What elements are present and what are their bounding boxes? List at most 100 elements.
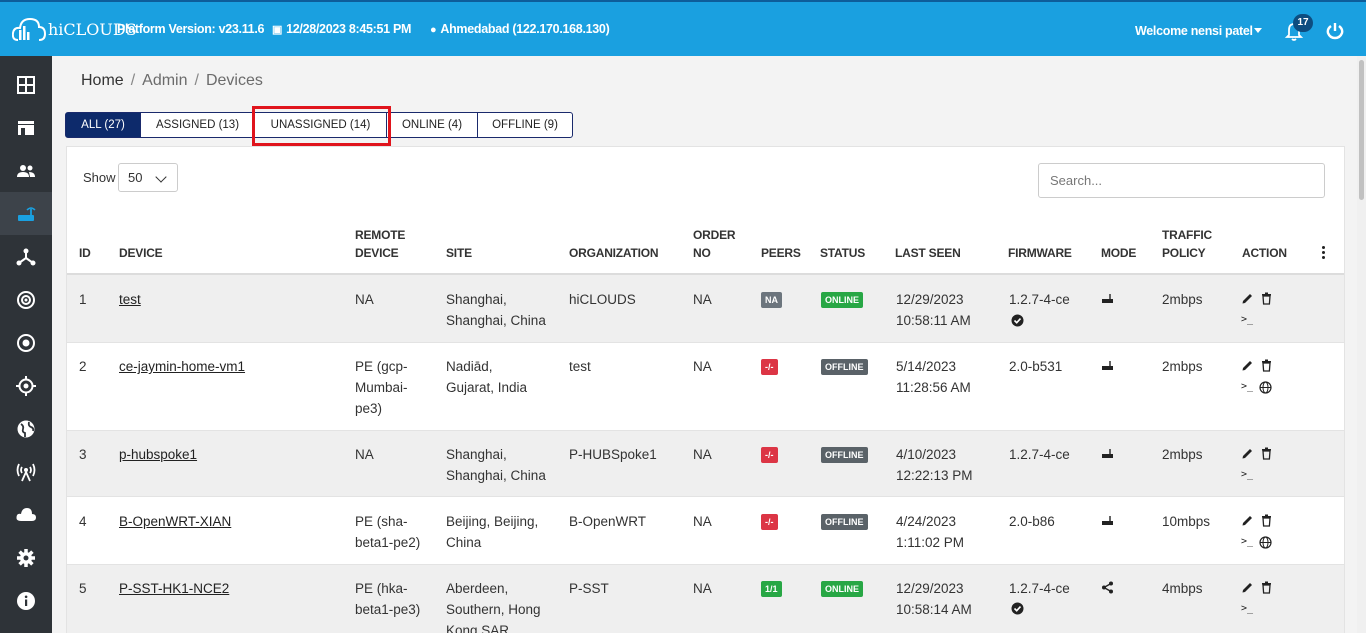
- device-filter-tabs: ALL (27) ASSIGNED (13) UNASSIGNED (14) O…: [65, 112, 573, 138]
- breadcrumb-admin[interactable]: Admin: [142, 72, 187, 89]
- scrollbar-thumb[interactable]: [1359, 60, 1364, 200]
- peers-badge: -/-: [761, 359, 778, 375]
- cell-firmware: 2.0-b86: [1009, 514, 1055, 529]
- col-header-site[interactable]: SITE: [446, 244, 472, 262]
- top-bar: hiCLOUDS Platform Version: v23.11.6 ▣ 12/…: [0, 0, 1366, 56]
- crosshair-icon: [16, 375, 36, 396]
- col-header-status[interactable]: STATUS: [820, 244, 865, 262]
- sidebar-item-globe[interactable]: [0, 407, 52, 450]
- trash-icon[interactable]: [1260, 359, 1273, 372]
- cell-remote-line: beta1-pe3): [355, 602, 421, 617]
- globe-icon[interactable]: [1259, 381, 1272, 394]
- sidebar: [0, 56, 52, 633]
- device-link[interactable]: P-SST-HK1-NCE2: [119, 578, 229, 599]
- tab-all[interactable]: ALL (27): [66, 113, 141, 137]
- edit-icon[interactable]: [1241, 581, 1254, 594]
- chevron-down-icon: [155, 171, 167, 183]
- cell-remote-line: PE (hka-: [355, 581, 408, 596]
- col-header-remote-device[interactable]: REMOTE DEVICE: [355, 226, 405, 262]
- last-seen-time: 10:58:14 AM: [896, 602, 972, 617]
- col-header-organization[interactable]: ORGANIZATION: [569, 244, 659, 262]
- globe-icon[interactable]: [1259, 536, 1272, 549]
- column-options-icon[interactable]: [1322, 246, 1326, 260]
- store-icon: [18, 120, 34, 135]
- location-text: Ahmedabad (122.170.168.130): [440, 22, 610, 36]
- sidebar-item-users[interactable]: [0, 149, 52, 192]
- tab-online[interactable]: ONLINE (4): [387, 113, 478, 137]
- last-seen-time: 11:28:56 AM: [896, 380, 971, 395]
- device-link[interactable]: test: [119, 289, 141, 310]
- col-header-order-no[interactable]: ORDER NO: [693, 226, 736, 262]
- cell-traffic-policy: 2mbps: [1162, 292, 1203, 307]
- peers-badge: 1/1: [761, 581, 782, 597]
- sidebar-item-info[interactable]: [0, 579, 52, 622]
- tab-unassigned[interactable]: UNASSIGNED (14): [255, 113, 387, 137]
- trash-icon[interactable]: [1260, 447, 1273, 460]
- breadcrumb-home[interactable]: Home: [81, 72, 124, 89]
- sidebar-item-store[interactable]: [0, 106, 52, 149]
- sidebar-item-radar[interactable]: [0, 278, 52, 321]
- show-label: Show: [83, 170, 116, 185]
- trash-icon[interactable]: [1260, 292, 1273, 305]
- edit-icon[interactable]: [1241, 359, 1254, 372]
- sidebar-item-topology[interactable]: [0, 235, 52, 278]
- device-link[interactable]: p-hubspoke1: [119, 444, 197, 465]
- sidebar-item-location[interactable]: [0, 364, 52, 407]
- sidebar-item-wireless[interactable]: [0, 450, 52, 493]
- col-header-device[interactable]: DEVICE: [119, 244, 163, 262]
- sidebar-item-settings[interactable]: [0, 536, 52, 579]
- user-menu[interactable]: Welcome nensi patel: [1135, 24, 1253, 38]
- device-link[interactable]: ce-jaymin-home-vm1: [119, 356, 245, 377]
- sidebar-item-target[interactable]: [0, 321, 52, 364]
- cell-id: 1: [79, 292, 87, 307]
- terminal-icon[interactable]: >_: [1241, 536, 1253, 547]
- sidebar-item-devices[interactable]: [0, 192, 52, 235]
- power-icon[interactable]: [1326, 22, 1344, 40]
- table-row[interactable]: [67, 565, 1344, 633]
- cell-remote-device: NA: [355, 447, 374, 462]
- cell-organization: B-OpenWRT: [569, 514, 647, 529]
- status-badge: OFFLINE: [821, 359, 868, 375]
- cell-remote-line: Mumbai-: [355, 380, 408, 395]
- col-header-mode[interactable]: MODE: [1101, 244, 1136, 262]
- cell-last-seen: 4/10/2023 12:22:13 PM: [896, 444, 973, 486]
- terminal-icon[interactable]: >_: [1241, 603, 1253, 614]
- trash-icon[interactable]: [1260, 514, 1273, 527]
- cell-traffic-policy: 10mbps: [1162, 514, 1211, 529]
- cell-remote-line: PE (sha-: [355, 514, 408, 529]
- edit-icon[interactable]: [1241, 292, 1254, 305]
- edit-icon[interactable]: [1241, 447, 1254, 460]
- terminal-icon[interactable]: >_: [1241, 469, 1253, 480]
- status-badge: ONLINE: [821, 581, 864, 597]
- col-header-last-seen[interactable]: LAST SEEN: [895, 244, 961, 262]
- edit-icon[interactable]: [1241, 514, 1254, 527]
- cell-order-no: NA: [693, 514, 712, 529]
- cell-site-line: Beijing, Beijing,: [446, 514, 539, 529]
- chevron-down-icon[interactable]: [1254, 28, 1262, 33]
- cell-site-line: Southern, Hong: [446, 602, 541, 617]
- sidebar-item-cloud[interactable]: [0, 493, 52, 536]
- col-header-peers[interactable]: PEERS: [761, 244, 801, 262]
- cell-site-line: Gujarat, India: [446, 380, 528, 395]
- tab-offline[interactable]: OFFLINE (9): [478, 113, 572, 137]
- terminal-icon[interactable]: >_: [1241, 381, 1253, 392]
- device-link[interactable]: B-OpenWRT-XIAN: [119, 511, 231, 532]
- last-seen-date: 5/14/2023: [896, 359, 957, 374]
- notification-badge[interactable]: 17: [1293, 14, 1313, 32]
- terminal-icon[interactable]: >_: [1241, 314, 1253, 325]
- col-header-order-no-line2: NO: [693, 246, 711, 260]
- last-seen-time: 12:22:13 PM: [896, 468, 973, 483]
- last-seen-date: 4/10/2023: [896, 447, 957, 462]
- cell-site-line: Shanghai, China: [446, 313, 546, 328]
- tab-assigned[interactable]: ASSIGNED (13): [141, 113, 255, 137]
- col-header-id[interactable]: ID: [79, 244, 91, 262]
- col-header-firmware[interactable]: FIRMWARE: [1008, 244, 1072, 262]
- col-header-traffic-policy[interactable]: TRAFFIC POLICY: [1162, 226, 1212, 262]
- sidebar-item-dashboard[interactable]: [0, 63, 52, 106]
- search-input[interactable]: [1038, 163, 1325, 198]
- page-size-select[interactable]: 50: [118, 163, 178, 192]
- trash-icon[interactable]: [1260, 581, 1273, 594]
- datetime: ▣ 12/28/2023 8:45:51 PM: [272, 22, 411, 36]
- col-header-remote-device-line1: REMOTE: [355, 228, 406, 242]
- cell-firmware: 1.2.7-4-ce: [1009, 292, 1070, 307]
